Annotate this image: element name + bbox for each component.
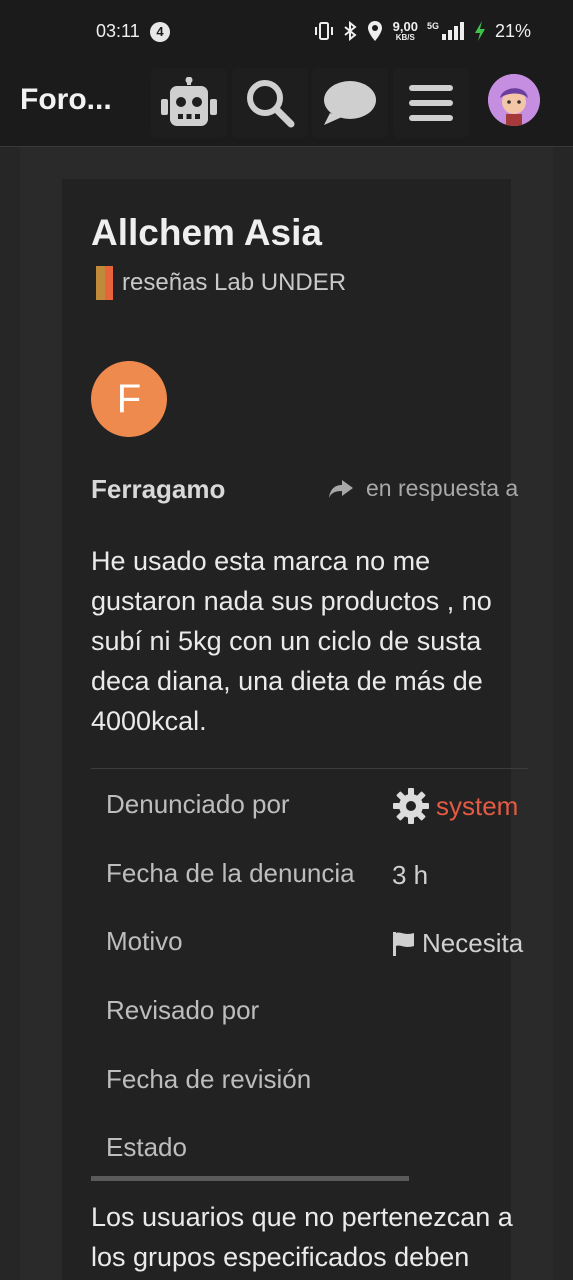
report-label-reason: Motivo xyxy=(106,926,183,956)
battery-level: 21% xyxy=(494,20,531,41)
scroll-progress-bar xyxy=(91,1176,409,1181)
status-time: 03:11 xyxy=(96,21,140,41)
post-body: He usado esta marca no me gustaron nada … xyxy=(91,546,492,736)
reply-arrow-icon xyxy=(329,479,353,498)
reply-to-label: en respuesta a xyxy=(366,475,519,501)
category-badge[interactable]: reseñas Lab UNDER xyxy=(96,266,346,300)
status-icons: 9,00 KB/S 5G 21% xyxy=(314,20,531,42)
reply-to-link[interactable]: en respuesta a xyxy=(328,475,528,502)
report-label-status: Estado xyxy=(106,1132,187,1162)
flag-icon xyxy=(393,931,414,956)
site-header: Foro... xyxy=(0,64,573,147)
robot-icon xyxy=(161,77,217,126)
category-color-icon xyxy=(96,266,113,300)
report-label-reviewed-by: Revisado por xyxy=(106,995,260,1025)
report-value-reported-by[interactable]: system xyxy=(392,787,532,825)
menu-button[interactable] xyxy=(393,68,469,138)
chat-button[interactable] xyxy=(312,68,388,138)
chat-icon xyxy=(324,81,376,125)
chatbot-button[interactable] xyxy=(151,68,227,138)
search-button[interactable] xyxy=(232,68,308,138)
bluetooth-icon xyxy=(343,21,357,41)
category-name: reseñas Lab UNDER xyxy=(122,269,347,296)
gear-icon xyxy=(393,788,429,824)
reporter-name: system xyxy=(436,790,519,821)
report-label-date: Fecha de la denuncia xyxy=(106,858,355,888)
notification-count-badge: 4 xyxy=(150,22,170,42)
signal-icon: 5G xyxy=(427,21,465,41)
post-author-name[interactable]: Ferragamo xyxy=(91,474,225,505)
charging-icon xyxy=(474,20,486,42)
vibrate-icon xyxy=(314,21,334,41)
network-speed: 9,00 KB/S xyxy=(392,18,418,42)
user-avatar[interactable] xyxy=(488,74,540,126)
reason-text: Necesita xyxy=(422,928,524,958)
search-icon xyxy=(247,80,295,128)
divider xyxy=(91,768,528,769)
permissions-notice: Los usuarios que no pertenezcan a los gr… xyxy=(91,1202,513,1272)
topic-title[interactable]: Allchem Asia xyxy=(91,212,322,254)
report-value-date: 3 h xyxy=(392,860,429,890)
report-label-reported-by: Denunciado por xyxy=(106,789,290,819)
site-title[interactable]: Foro... xyxy=(20,83,112,117)
report-label-review-date: Fecha de revisión xyxy=(106,1064,312,1094)
report-value-reason: Necesita xyxy=(392,928,532,959)
location-icon xyxy=(366,20,384,42)
post-author-avatar[interactable]: F xyxy=(91,361,167,437)
status-bar: 03:11 4 9,00 KB/S 5G 21% xyxy=(0,0,573,64)
menu-icon xyxy=(409,85,453,121)
